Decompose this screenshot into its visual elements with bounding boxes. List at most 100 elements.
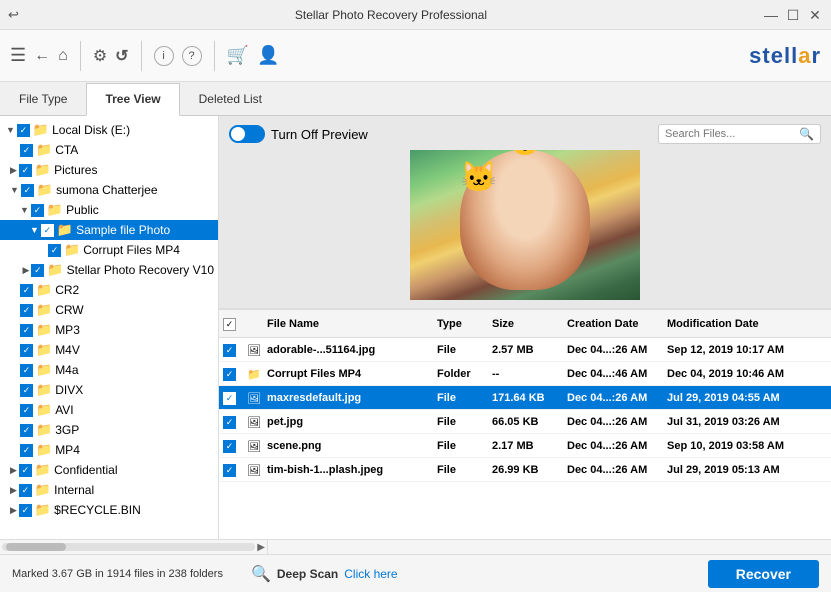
checkbox-cr2[interactable]: ✓ (20, 284, 33, 297)
header-modified[interactable]: Modification Date (667, 318, 827, 330)
folder-icon-public: 📁 (47, 202, 63, 218)
tree-item-3gp[interactable]: ✓ 📁 3GP (0, 420, 218, 440)
file-icon-scene: 🖼 (247, 441, 261, 453)
file-row-scene[interactable]: ✓ 🖼 scene.png File 2.17 MB Dec 04...:26 … (219, 434, 831, 458)
back-button[interactable]: ← (34, 47, 50, 65)
tree-hscrollbar[interactable]: ▶ (0, 540, 268, 554)
checkbox-m4v[interactable]: ✓ (20, 344, 33, 357)
cart-icon[interactable]: 🛒 (227, 45, 249, 66)
hamburger-icon[interactable]: ☰ (10, 45, 26, 66)
header-type[interactable]: Type (437, 318, 492, 330)
file-icon-corrupt: 📁 (247, 369, 261, 381)
scroll-right-arrow[interactable]: ▶ (257, 542, 265, 553)
checkbox-stellar[interactable]: ✓ (31, 264, 44, 277)
minimize-button[interactable]: — (763, 7, 779, 23)
hscroll-thumb[interactable] (6, 543, 66, 551)
header-filename[interactable]: File Name (267, 318, 437, 330)
tree-item-cta[interactable]: ✓ 📁 CTA (0, 140, 218, 160)
right-hscroll-spacer (268, 540, 831, 554)
folder-icon-m4a: 📁 (36, 362, 52, 378)
tree-item-stellar-recovery[interactable]: ▶ ✓ 📁 Stellar Photo Recovery V10 (0, 260, 218, 280)
close-button[interactable]: ✕ (807, 7, 823, 23)
tree-item-mp4[interactable]: ✓ 📁 MP4 (0, 440, 218, 460)
header-created[interactable]: Creation Date (567, 318, 667, 330)
header-size[interactable]: Size (492, 318, 567, 330)
checkbox-3gp[interactable]: ✓ (20, 424, 33, 437)
preview-toggle-switch[interactable] (229, 125, 265, 143)
tree-item-divx[interactable]: ✓ 📁 DIVX (0, 380, 218, 400)
tree-item-local-disk[interactable]: ▼ ✓ 📁 Local Disk (E:) (0, 120, 218, 140)
folder-icon-confidential: 📁 (35, 462, 51, 478)
file-row-corrupt-mp4[interactable]: ✓ 📁 Corrupt Files MP4 Folder -- Dec 04..… (219, 362, 831, 386)
scrollbar-area: ▶ (0, 539, 831, 554)
deep-scan-label: Deep Scan (277, 567, 338, 581)
checkbox-local-disk[interactable]: ✓ (17, 124, 30, 137)
home-icon[interactable]: ⌂ (58, 47, 68, 65)
tree-item-pictures[interactable]: ▶ ✓ 📁 Pictures (0, 160, 218, 180)
checkbox-mp4[interactable]: ✓ (20, 444, 33, 457)
tree-item-sumona[interactable]: ▼ ✓ 📁 sumona Chatterjee (0, 180, 218, 200)
checkbox-crw[interactable]: ✓ (20, 304, 33, 317)
settings-icon[interactable]: ⚙ (93, 46, 107, 66)
expand-arrow-sumona: ▼ (10, 185, 19, 195)
info-icon[interactable]: i (154, 46, 174, 66)
file-icon-tim: 🖼 (247, 465, 261, 477)
expand-arrow-sample: ▼ (30, 225, 39, 235)
file-row-adorable[interactable]: ✓ 🖼 adorable-...51164.jpg File 2.57 MB D… (219, 338, 831, 362)
folder-icon-3gp: 📁 (36, 422, 52, 438)
tree-item-mp3[interactable]: ✓ 📁 MP3 (0, 320, 218, 340)
tab-deleted-list[interactable]: Deleted List (180, 82, 281, 115)
tree-item-m4v[interactable]: ✓ 📁 M4V (0, 340, 218, 360)
deep-scan-area: 🔍 Deep Scan Click here (251, 564, 398, 584)
account-icon[interactable]: 👤 (257, 45, 279, 66)
folder-icon-mp3: 📁 (36, 322, 52, 338)
tab-file-type[interactable]: File Type (0, 82, 86, 115)
folder-icon-avi: 📁 (36, 402, 52, 418)
folder-icon-cr2: 📁 (36, 282, 52, 298)
checkbox-internal[interactable]: ✓ (19, 484, 32, 497)
maximize-button[interactable]: ☐ (785, 7, 801, 23)
checkbox-sample-photo[interactable]: ✓ (41, 224, 54, 237)
recover-button[interactable]: Recover (708, 560, 819, 588)
file-row-maxres[interactable]: ✓ 🖼 maxresdefault.jpg File 171.64 KB Dec… (219, 386, 831, 410)
checkbox-confidential[interactable]: ✓ (19, 464, 32, 477)
checkbox-divx[interactable]: ✓ (20, 384, 33, 397)
preview-image-container: 😺 (229, 150, 821, 300)
tab-bar: File Type Tree View Deleted List (0, 82, 831, 116)
checkbox-pictures[interactable]: ✓ (19, 164, 32, 177)
history-icon[interactable]: ↺ (115, 46, 128, 66)
tree-item-internal[interactable]: ▶ ✓ 📁 Internal (0, 480, 218, 500)
preview-controls: Turn Off Preview 🔍 (229, 124, 821, 144)
checkbox-m4a[interactable]: ✓ (20, 364, 33, 377)
checkbox-corrupt-mp4[interactable]: ✓ (48, 244, 61, 257)
tree-item-corrupt-mp4[interactable]: ✓ 📁 Corrupt Files MP4 (0, 240, 218, 260)
checkbox-sumona[interactable]: ✓ (21, 184, 34, 197)
tab-tree-view[interactable]: Tree View (86, 83, 179, 116)
tree-item-confidential[interactable]: ▶ ✓ 📁 Confidential (0, 460, 218, 480)
checkbox-public[interactable]: ✓ (31, 204, 44, 217)
checkbox-cta[interactable]: ✓ (20, 144, 33, 157)
checkbox-mp3[interactable]: ✓ (20, 324, 33, 337)
tree-item-sample-photo[interactable]: ▼ ✓ 📁 Sample file Photo (0, 220, 218, 240)
tree-item-cr2[interactable]: ✓ 📁 CR2 (0, 280, 218, 300)
checkbox-avi[interactable]: ✓ (20, 404, 33, 417)
file-row-tim[interactable]: ✓ 🖼 tim-bish-1...plash.jpeg File 26.99 K… (219, 458, 831, 482)
main-content: ▼ ✓ 📁 Local Disk (E:) ✓ 📁 CTA ▶ ✓ 📁 Pict… (0, 116, 831, 539)
folder-icon-m4v: 📁 (36, 342, 52, 358)
deep-scan-link[interactable]: Click here (344, 567, 397, 581)
folder-icon-cta: 📁 (36, 142, 52, 158)
folder-icon-internal: 📁 (35, 482, 51, 498)
tree-item-crw[interactable]: ✓ 📁 CRW (0, 300, 218, 320)
tree-item-m4a[interactable]: ✓ 📁 M4a (0, 360, 218, 380)
help-icon[interactable]: ? (182, 46, 202, 66)
file-icon-adorable: 🖼 (247, 345, 261, 357)
search-input[interactable] (665, 128, 795, 140)
deep-scan-icon: 🔍 (251, 564, 271, 584)
folder-icon-stellar: 📁 (47, 262, 63, 278)
tree-item-recycle[interactable]: ▶ ✓ 📁 $RECYCLE.BIN (0, 500, 218, 520)
tree-item-avi[interactable]: ✓ 📁 AVI (0, 400, 218, 420)
folder-icon-local: 📁 (33, 122, 49, 138)
checkbox-recycle[interactable]: ✓ (19, 504, 32, 517)
file-row-pet[interactable]: ✓ 🖼 pet.jpg File 66.05 KB Dec 04...:26 A… (219, 410, 831, 434)
tree-item-public[interactable]: ▼ ✓ 📁 Public (0, 200, 218, 220)
